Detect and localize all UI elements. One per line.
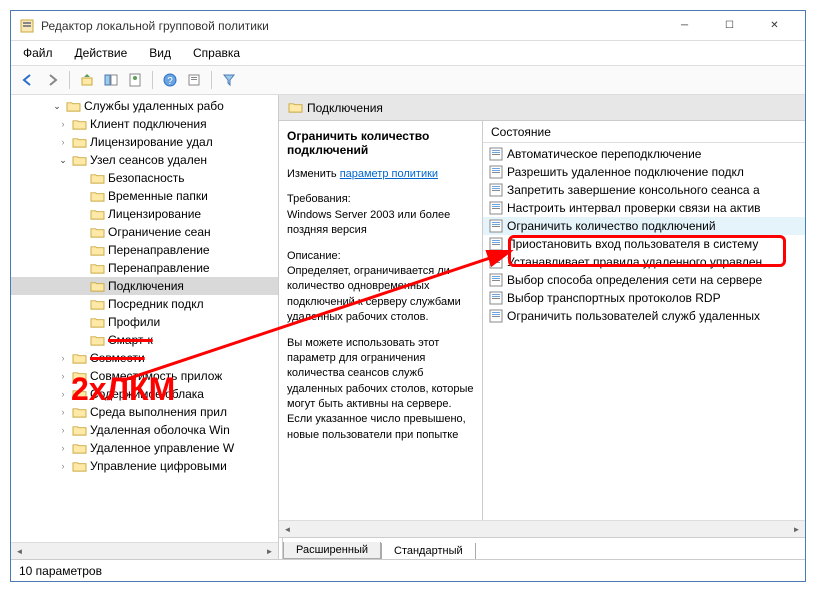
tree-item[interactable]: ›Совместимость прилож [11,367,278,385]
status-text: 10 параметров [19,564,102,578]
tree-item[interactable]: Ограничение сеан [11,223,278,241]
toolbar: ? [11,65,805,95]
desc-req-h: Требования: [287,193,351,205]
close-button[interactable]: ✕ [752,12,797,40]
tree-item[interactable]: ›Удаленная оболочка Win [11,421,278,439]
list-item[interactable]: Выбор транспортных протоколов RDP [483,289,805,307]
list-column-header[interactable]: Состояние [483,121,805,143]
list-pane: Состояние Автоматическое переподключение… [483,121,805,520]
scroll-right-icon[interactable]: ► [788,522,805,537]
help-button[interactable]: ? [159,69,181,91]
desc-req-t: Windows Server 2003 или более поздняя ве… [287,209,450,236]
app-icon [19,18,35,34]
list-item[interactable]: Приостановить вход пользователя в систем… [483,235,805,253]
desc-desc-t1: Определяет, ограничивается ли количество… [287,265,461,323]
desc-desc-h: Описание: [287,250,341,262]
menu-file[interactable]: Файл [19,44,57,62]
tree-item[interactable]: Посредник подкл [11,295,278,313]
desc-edit-link[interactable]: параметр политики [340,168,438,180]
scroll-left-icon[interactable]: ◄ [279,522,296,537]
tab-standard[interactable]: Стандартный [381,543,476,559]
tree-hscroll[interactable]: ◄ ► [11,542,278,559]
desc-edit-label: Изменить [287,168,337,180]
desc-desc-t2: Вы можете использовать этот параметр для… [287,336,474,444]
show-hide-button[interactable] [100,69,122,91]
desc-title: Ограничить количество подключений [287,129,474,157]
scroll-left-icon[interactable]: ◄ [11,544,28,559]
tree-pane: ⌄Службы удаленных рабо›Клиент подключени… [11,95,279,559]
list-item[interactable]: Запретить завершение консольного сеанса … [483,181,805,199]
up-button[interactable] [76,69,98,91]
right-header-title: Подключения [307,101,383,115]
minimize-button[interactable]: ─ [662,12,707,40]
app-window: Редактор локальной групповой политики ─ … [10,10,806,582]
tree-item[interactable]: Временные папки [11,187,278,205]
tree-item[interactable]: Смарт-к [11,331,278,349]
menu-action[interactable]: Действие [71,44,132,62]
tree-item[interactable]: ›Содержимое облака [11,385,278,403]
back-button[interactable] [17,69,39,91]
tree-item[interactable]: ›Удаленное управление W [11,439,278,457]
menu-help[interactable]: Справка [189,44,244,62]
tree-item[interactable]: ›Лицензирование удал [11,133,278,151]
tree-item[interactable]: ›Управление цифровыми [11,457,278,475]
tab-extended[interactable]: Расширенный [283,542,381,559]
tree-item[interactable]: Перенаправление [11,259,278,277]
tree-item[interactable]: Лицензирование [11,205,278,223]
menubar: Файл Действие Вид Справка [11,41,805,65]
tree-item[interactable]: Профили [11,313,278,331]
maximize-button[interactable]: ☐ [707,12,752,40]
statusbar: 10 параметров [11,559,805,581]
list-item[interactable]: Устанавливает правила удаленного управле… [483,253,805,271]
tree-item[interactable]: ›Совмести [11,349,278,367]
export-button[interactable] [183,69,205,91]
list-item[interactable]: Автоматическое переподключение [483,145,805,163]
list-item[interactable]: Настроить интервал проверки связи на акт… [483,199,805,217]
tree-item[interactable]: ›Клиент подключения [11,115,278,133]
tree-item[interactable]: Подключения [11,277,278,295]
menu-view[interactable]: Вид [145,44,175,62]
description-pane: Ограничить количество подключений Измени… [279,121,483,520]
right-header: Подключения [279,95,805,121]
tree-item[interactable]: ⌄Службы удаленных рабо [11,97,278,115]
tree-item[interactable]: ›Среда выполнения прил [11,403,278,421]
content-area: ⌄Службы удаленных рабо›Клиент подключени… [11,95,805,559]
forward-button[interactable] [41,69,63,91]
app-title: Редактор локальной групповой политики [41,19,662,33]
tabs: Расширенный Стандартный [279,537,805,559]
tree-item[interactable]: ⌄Узел сеансов удален [11,151,278,169]
right-pane: Подключения Ограничить количество подклю… [279,95,805,559]
svg-text:?: ? [167,76,173,87]
list-item[interactable]: Выбор способа определения сети на сервер… [483,271,805,289]
filter-button[interactable] [218,69,240,91]
titlebar: Редактор локальной групповой политики ─ … [11,11,805,41]
folder-icon [288,101,303,114]
tree-item[interactable]: Перенаправление [11,241,278,259]
scroll-right-icon[interactable]: ► [261,544,278,559]
tree-item[interactable]: Безопасность [11,169,278,187]
list-item[interactable]: Ограничить количество подключений [483,217,805,235]
list-item[interactable]: Ограничить пользователей служб удаленных [483,307,805,325]
right-hscroll[interactable]: ◄ ► [279,520,805,537]
properties-button[interactable] [124,69,146,91]
list-item[interactable]: Разрешить удаленное подключение подкл [483,163,805,181]
